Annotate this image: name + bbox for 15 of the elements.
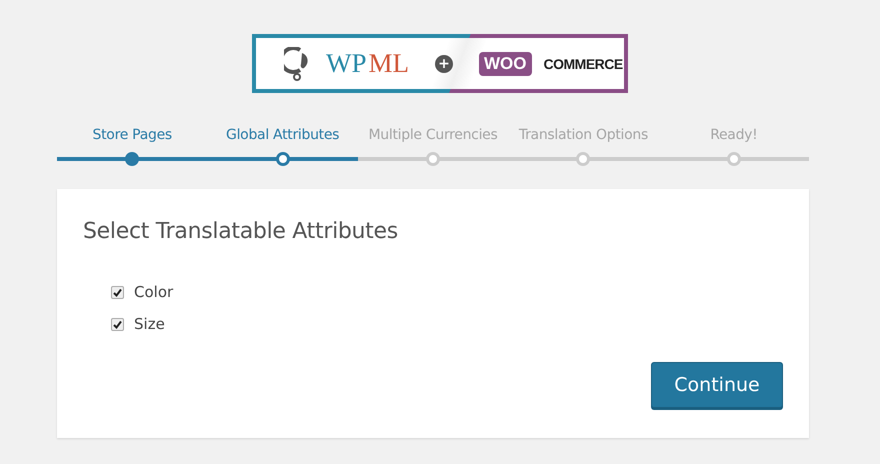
card-title: Select Translatable Attributes (83, 219, 399, 244)
commerce-logo-text: COMMERCE (544, 56, 623, 72)
checkbox-label: Size (134, 315, 165, 333)
step-label: Global Attributes (226, 127, 340, 145)
checkbox-label: Color (134, 283, 174, 301)
step-label: Translation Options (518, 127, 648, 145)
step-label: Multiple Currencies (368, 127, 498, 145)
wpml-logo-text: WPML (326, 48, 409, 79)
step-label: Ready! (710, 127, 758, 145)
checkbox[interactable] (111, 286, 124, 298)
continue-button[interactable]: Continue (651, 362, 783, 408)
woo-badge: WOO (479, 52, 532, 76)
step-label: Store Pages (92, 127, 172, 145)
plus-badge: + (435, 54, 453, 72)
checkbox[interactable] (111, 318, 124, 330)
